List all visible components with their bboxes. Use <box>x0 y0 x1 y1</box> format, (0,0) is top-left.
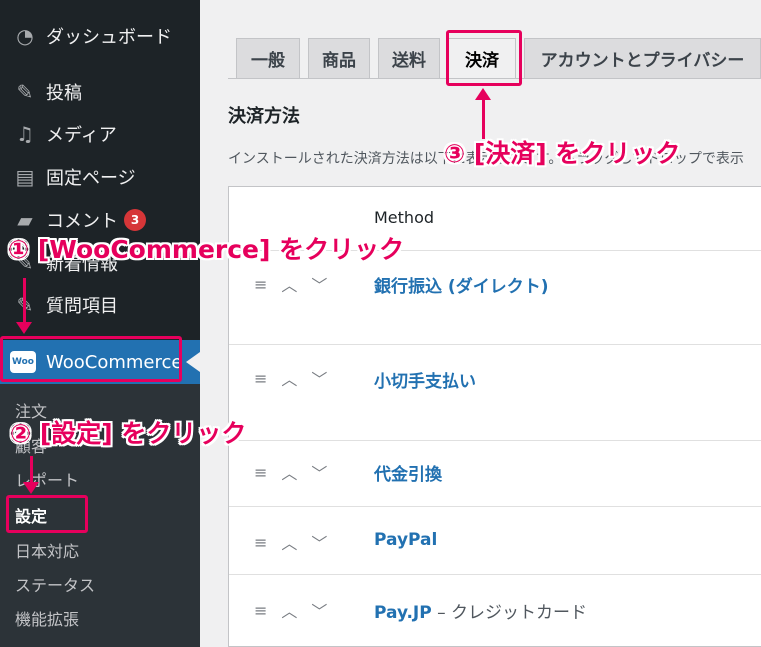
tab-general[interactable]: 一般 <box>236 38 300 78</box>
move-down-icon[interactable]: ﹀ <box>311 272 327 296</box>
highlight-settings <box>6 495 88 533</box>
tab-accounts-privacy[interactable]: アカウントとプライバシー <box>524 38 761 78</box>
move-up-icon[interactable]: ︿ <box>281 272 297 296</box>
row-divider <box>229 344 761 345</box>
method-name[interactable]: PayPal <box>374 530 437 550</box>
submenu-item-status[interactable]: ステータス <box>15 572 95 596</box>
submenu-item-extensions[interactable]: 機能拡張 <box>15 606 79 630</box>
highlight-woocommerce <box>0 336 182 382</box>
tab-products[interactable]: 商品 <box>308 38 370 78</box>
move-down-icon[interactable]: ﹀ <box>311 460 327 484</box>
drag-handle-icon[interactable]: ≡ <box>254 369 267 388</box>
payment-method-link[interactable]: 銀行振込 (ダイレクト) <box>374 272 548 297</box>
move-down-icon[interactable]: ﹀ <box>311 366 327 390</box>
arrow-head-step2 <box>23 482 39 494</box>
sidebar-item-label: 投稿 <box>46 83 82 104</box>
payment-method-link[interactable]: PayPal <box>374 530 437 550</box>
annotation-step1: ① [WooCommerce] をクリック <box>8 235 405 264</box>
method-name[interactable]: 銀行振込 (ダイレクト) <box>374 277 548 297</box>
row-divider <box>229 440 761 441</box>
move-down-icon[interactable]: ﹀ <box>311 530 327 554</box>
payment-method-link[interactable]: Pay.JP – クレジットカード <box>374 598 587 623</box>
method-name[interactable]: 代金引換 <box>374 465 442 485</box>
row-sort-controls: ≡ ︿ ﹀ <box>254 598 341 622</box>
sidebar-item-media[interactable]: ♫ メディア <box>0 114 200 154</box>
tab-shipping[interactable]: 送料 <box>378 38 440 78</box>
pin-icon: ✎ <box>16 80 34 104</box>
arrow-step2 <box>30 456 33 484</box>
sidebar-item-dashboard[interactable]: ◔ ダッシュボード <box>0 16 200 56</box>
move-up-icon[interactable]: ︿ <box>281 460 297 484</box>
sidebar-item-questions[interactable]: ✎ 質問項目 <box>0 285 200 325</box>
page-title: 決済方法 <box>228 106 300 127</box>
media-icon: ♫ <box>16 122 34 146</box>
sidebar-item-label: 固定ページ <box>46 168 136 189</box>
sidebar-item-label: ダッシュボード <box>46 27 172 48</box>
row-divider <box>229 574 761 575</box>
annotation-step2: ② [設定] をクリック <box>10 419 247 448</box>
method-name[interactable]: Pay.JP <box>374 603 432 623</box>
method-suffix: – クレジットカード <box>431 603 588 623</box>
comment-count-badge: 3 <box>124 209 146 231</box>
drag-handle-icon[interactable]: ≡ <box>254 601 267 620</box>
sidebar-item-label: 質問項目 <box>46 296 118 317</box>
dashboard-icon: ◔ <box>16 24 34 48</box>
sidebar-item-label: メディア <box>46 125 117 146</box>
move-up-icon[interactable]: ︿ <box>281 366 297 390</box>
highlight-payments-tab <box>446 30 522 86</box>
row-sort-controls: ≡ ︿ ﹀ <box>254 460 341 484</box>
column-header-method: Method <box>374 208 435 227</box>
payment-method-link[interactable]: 代金引換 <box>374 460 442 485</box>
move-up-icon[interactable]: ︿ <box>281 598 297 622</box>
current-menu-arrow <box>186 352 200 372</box>
payment-method-link[interactable]: 小切手支払い <box>374 367 476 392</box>
arrow-step3 <box>482 99 485 139</box>
move-up-icon[interactable]: ︿ <box>281 530 297 554</box>
arrow-head-step1 <box>16 322 32 334</box>
arrow-step1 <box>23 278 26 324</box>
sidebar-item-pages[interactable]: ▤ 固定ページ <box>0 157 200 197</box>
annotation-step3: ③ [決済] をクリック <box>444 139 681 168</box>
drag-handle-icon[interactable]: ≡ <box>254 533 267 552</box>
row-sort-controls: ≡ ︿ ﹀ <box>254 366 341 390</box>
submenu-item-japan[interactable]: 日本対応 <box>15 538 79 562</box>
drag-handle-icon[interactable]: ≡ <box>254 463 267 482</box>
row-sort-controls: ≡ ︿ ﹀ <box>254 272 341 296</box>
sidebar-item-posts[interactable]: ✎ 投稿 <box>0 72 200 112</box>
page-icon: ▤ <box>15 165 35 189</box>
drag-handle-icon[interactable]: ≡ <box>254 275 267 294</box>
row-divider <box>229 506 761 507</box>
move-down-icon[interactable]: ﹀ <box>311 598 327 622</box>
row-sort-controls: ≡ ︿ ﹀ <box>254 530 341 554</box>
method-name[interactable]: 小切手支払い <box>374 372 476 392</box>
